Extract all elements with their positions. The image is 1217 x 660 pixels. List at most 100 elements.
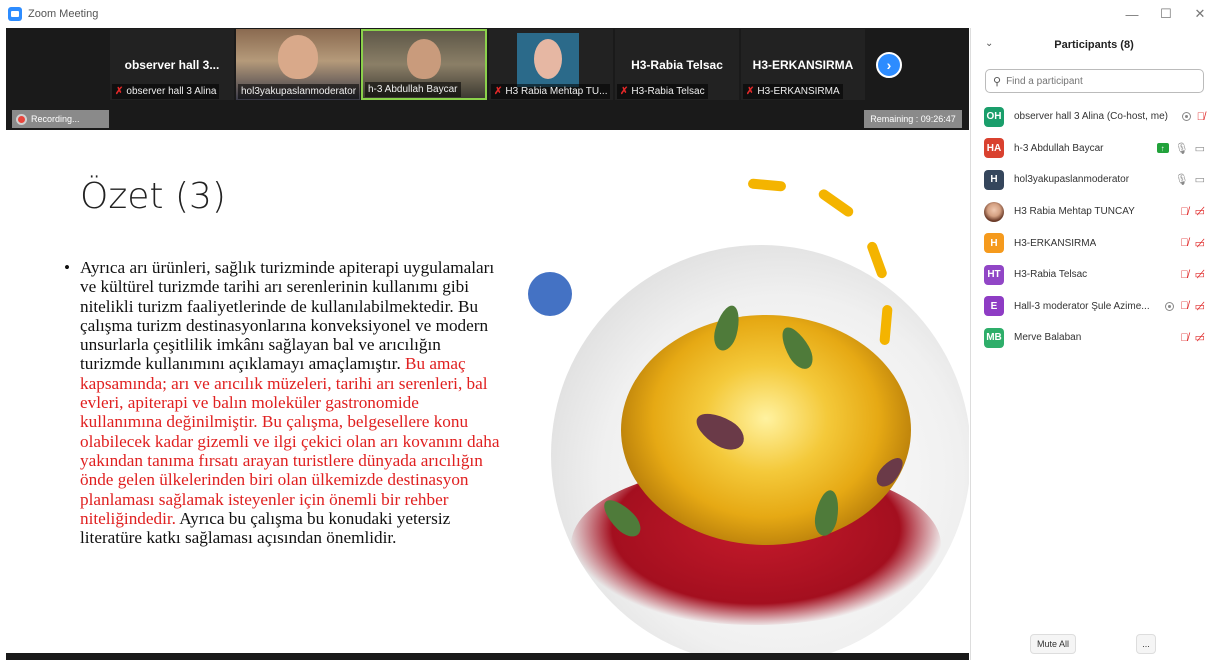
participant-status-icons: ↑ 🎙 ▭ (1156, 142, 1205, 155)
decorative-dash (816, 187, 856, 219)
tile-label: ✗ H3-Rabia Telsac (617, 84, 708, 99)
recording-icon (1165, 301, 1175, 311)
tile-label: ✗ observer hall 3 Alina (112, 84, 220, 99)
avatar: MB (984, 327, 1004, 348)
video-strip: observer hall 3... ✗ observer hall 3 Ali… (6, 28, 969, 100)
camera-icon[interactable]: ▭ (1195, 173, 1205, 186)
avatar: HA (984, 138, 1004, 159)
camera-off-icon[interactable]: ▭̸ (1195, 268, 1205, 281)
search-input[interactable] (1006, 75, 1187, 87)
participant-name: H3-ERKANSIRMA (1014, 237, 1097, 249)
camera-icon[interactable]: ▭ (1195, 142, 1205, 155)
mic-muted-icon[interactable]: 🎙̸ (1197, 111, 1205, 123)
participant-status-icons: 🎙̸ ▭̸ (1180, 237, 1205, 250)
participant-name: Merve Balaban (1014, 332, 1082, 344)
mic-muted-icon[interactable]: 🎙̸ (1180, 269, 1188, 281)
participant-row[interactable]: E Hall-3 moderator Şule Azime... 🎙̸ ▭̸ (971, 291, 1217, 323)
slide-text-red: Bu amaç kapsamında; arı ve arıcılık müze… (80, 354, 500, 528)
mic-muted-icon[interactable]: 🎙̸ (1180, 300, 1188, 312)
participant-face (278, 35, 318, 79)
video-tile[interactable]: hol3yakupaslanmoderator (236, 29, 360, 100)
tile-big-name: H3-Rabia Telsac (631, 58, 723, 72)
participant-name: Hall-3 moderator Şule Azime... (1014, 300, 1150, 312)
panel-header: ⌄ Participants (8) (971, 28, 1217, 62)
camera-off-icon[interactable]: ▭̸ (1195, 237, 1205, 250)
decorative-blue-circle (528, 272, 572, 316)
next-page-arrow-icon[interactable]: › (876, 52, 902, 78)
maximize-button[interactable]: ☐ (1149, 0, 1183, 28)
participants-title: Participants (8) (1054, 39, 1134, 51)
participant-face (407, 39, 441, 79)
participant-status-icons: 🎙̸ ▭̸ (1180, 268, 1205, 282)
zoom-logo-icon (8, 7, 22, 21)
slide-body-text: • Ayrıca arı ürünleri, sağlık turizminde… (64, 258, 502, 547)
participant-row[interactable]: HA h-3 Abdullah Baycar ↑ 🎙 ▭ (971, 133, 1217, 165)
participant-row[interactable]: H hol3yakupaslanmoderator 🎙 ▭ (971, 164, 1217, 196)
participant-status-icons: 🎙̸ (1181, 111, 1205, 123)
mic-muted-icon[interactable]: 🎙̸ (1180, 206, 1188, 218)
mic-muted-icon: ✗ (115, 86, 124, 97)
avatar: H (984, 169, 1004, 190)
mic-muted-icon[interactable]: 🎙̸ (1180, 332, 1188, 344)
video-tile[interactable]: ✗ H3 Rabia Mehtap TU... (489, 29, 613, 100)
meeting-area: observer hall 3... ✗ observer hall 3 Ali… (6, 28, 969, 660)
honey-noodles (621, 315, 911, 545)
camera-off-icon[interactable]: ▭̸ (1195, 300, 1205, 313)
participant-list: OH observer hall 3 Alina (Co-host, me) 🎙… (971, 101, 1217, 354)
slide-title: Özet (3) (80, 176, 226, 217)
panel-footer: Mute All ... (971, 630, 1217, 660)
decorative-dash (747, 178, 787, 192)
participant-name: H3-Rabia Telsac (1014, 269, 1088, 281)
tile-label: h-3 Abdullah Baycar (365, 82, 461, 97)
avatar-photo (984, 201, 1004, 222)
window-title: Zoom Meeting (28, 8, 99, 20)
mute-all-button[interactable]: Mute All (1030, 634, 1076, 654)
recording-dot-icon (18, 115, 25, 123)
recording-text: Recording... (31, 114, 80, 124)
participant-name: H3 Rabia Mehtap TUNCAY (1014, 206, 1135, 218)
video-tile[interactable]: H3-Rabia Telsac ✗ H3-Rabia Telsac (615, 29, 739, 100)
tile-label: hol3yakupaslanmoderator (238, 84, 360, 99)
tile-big-name: H3-ERKANSIRMA (752, 58, 854, 72)
window-controls: — ☐ ✕ (1115, 0, 1217, 28)
participant-search[interactable]: ⚲ (985, 69, 1204, 93)
food-photo (551, 245, 969, 653)
tile-label-text: observer hall 3 Alina (126, 86, 217, 97)
more-options-button[interactable]: ... (1136, 634, 1156, 654)
participant-status-icons: 🎙̸ ▭̸ (1180, 331, 1205, 345)
participant-status-icons: 🎙 ▭ (1175, 173, 1205, 186)
participant-name: hol3yakupaslanmoderator (1014, 174, 1130, 186)
participant-row[interactable]: OH observer hall 3 Alina (Co-host, me) 🎙… (971, 101, 1217, 133)
tile-label-text: hol3yakupaslanmoderator (241, 86, 357, 97)
mic-icon[interactable]: 🎙 (1175, 173, 1189, 186)
camera-off-icon[interactable]: ▭̸ (1195, 205, 1205, 218)
mic-muted-icon[interactable]: 🎙̸ (1180, 237, 1188, 249)
minimize-button[interactable]: — (1115, 0, 1149, 28)
video-tile-active-speaker[interactable]: h-3 Abdullah Baycar (361, 29, 487, 100)
camera-off-icon[interactable]: ▭̸ (1195, 331, 1205, 344)
zoom-app: Zoom Meeting — ☐ ✕ observer hall 3... ✗ … (0, 0, 1217, 660)
avatar: E (984, 296, 1004, 317)
remaining-time: Remaining : 09:26:47 (864, 110, 962, 128)
tile-label: ✗ H3 Rabia Mehtap TU... (491, 84, 611, 99)
participant-row[interactable]: H3 Rabia Mehtap TUNCAY 🎙̸ ▭̸ (971, 196, 1217, 228)
mic-muted-icon: ✗ (746, 86, 755, 97)
title-bar: Zoom Meeting — ☐ ✕ (0, 0, 1217, 28)
recording-indicator[interactable]: Recording... (12, 110, 109, 128)
mic-muted-icon: ✗ (494, 86, 503, 97)
video-tile[interactable]: H3-ERKANSIRMA ✗ H3-ERKANSIRMA (741, 29, 865, 100)
close-button[interactable]: ✕ (1183, 0, 1217, 28)
avatar: H (984, 233, 1004, 254)
shared-slide: Özet (3) • Ayrıca arı ürünleri, sağlık t… (6, 130, 969, 653)
participant-name: h-3 Abdullah Baycar (1014, 142, 1104, 154)
mic-icon[interactable]: 🎙 (1175, 142, 1189, 155)
participant-row[interactable]: HT H3-Rabia Telsac 🎙̸ ▭̸ (971, 259, 1217, 291)
search-icon: ⚲ (993, 75, 1002, 88)
chevron-down-icon[interactable]: ⌄ (985, 38, 993, 49)
participant-name: observer hall 3 Alina (Co-host, me) (1014, 111, 1168, 123)
participant-row[interactable]: MB Merve Balaban 🎙̸ ▭̸ (971, 322, 1217, 354)
participants-panel: ⌄ Participants (8) ⚲ OH observer hall 3 … (970, 28, 1217, 660)
video-tile[interactable]: observer hall 3... ✗ observer hall 3 Ali… (110, 29, 234, 100)
participant-row[interactable]: H H3-ERKANSIRMA 🎙̸ ▭̸ (971, 227, 1217, 259)
mic-muted-icon: ✗ (620, 86, 629, 97)
